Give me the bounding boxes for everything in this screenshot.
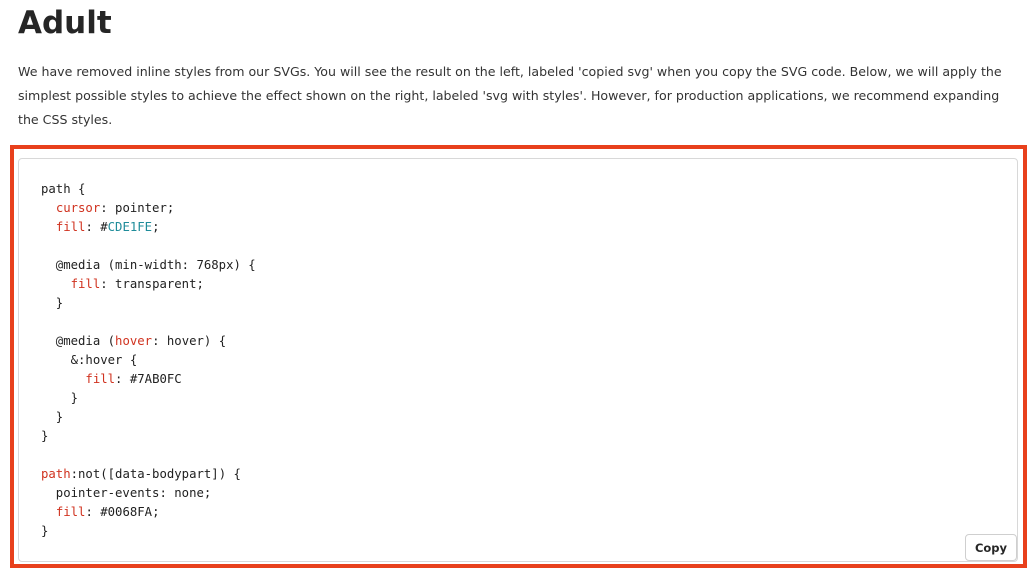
code-token: } [41,410,64,424]
code-panel: path { cursor: pointer; fill: #CDE1FE; @… [18,158,1018,562]
code-token-prop: fill [70,277,101,291]
code-token: :not([data-bodypart]) { [70,467,241,481]
code-line: cursor: pointer; [41,199,256,218]
code-token: pointer-events: none; [41,486,212,500]
intro-paragraph: We have removed inline styles from our S… [18,64,1002,127]
copy-button[interactable]: Copy [965,534,1017,561]
code-token: : hover) { [152,334,227,348]
code-token: @media ( [41,334,116,348]
code-line: fill: #0068FA; [41,503,256,522]
code-token-hex: CDE1FE [107,220,153,234]
code-line: pointer-events: none; [41,484,256,503]
code-line: } [41,408,256,427]
code-token: : #7AB0FC [115,372,182,386]
page-title: Adult [18,5,112,41]
code-token-prop: fill [55,505,86,519]
code-token: @media (min-width: 768px) { [41,258,256,272]
code-token: path { [41,182,86,196]
code-token: } [41,296,64,310]
code-line: } [41,389,256,408]
code-line: } [41,427,256,446]
code-token: : transparent; [100,277,204,291]
code-line: fill: #7AB0FC [41,370,256,389]
code-line: fill: #CDE1FE; [41,218,256,237]
code-line: path { [41,180,256,199]
code-token: } [41,391,79,405]
code-token: ; [152,220,160,234]
code-block: path { cursor: pointer; fill: #CDE1FE; @… [41,180,256,541]
code-line: @media (hover: hover) { [41,332,256,351]
code-token-prop: cursor [55,201,101,215]
code-line: fill: transparent; [41,275,256,294]
code-line: &:hover { [41,351,256,370]
code-token: : #0068FA; [85,505,160,519]
code-token-prop: fill [85,372,116,386]
code-token-prop: fill [55,220,86,234]
code-token: : pointer; [100,201,175,215]
code-token: : # [85,220,108,234]
code-line: @media (min-width: 768px) { [41,256,256,275]
code-token-prop: hover [115,334,153,348]
code-token: } [41,429,49,443]
code-line: path:not([data-bodypart]) { [41,465,256,484]
code-token: &:hover { [41,353,138,367]
code-line: } [41,294,256,313]
code-token: } [41,524,49,538]
code-token-prop: path [41,467,71,481]
code-line: } [41,522,256,541]
